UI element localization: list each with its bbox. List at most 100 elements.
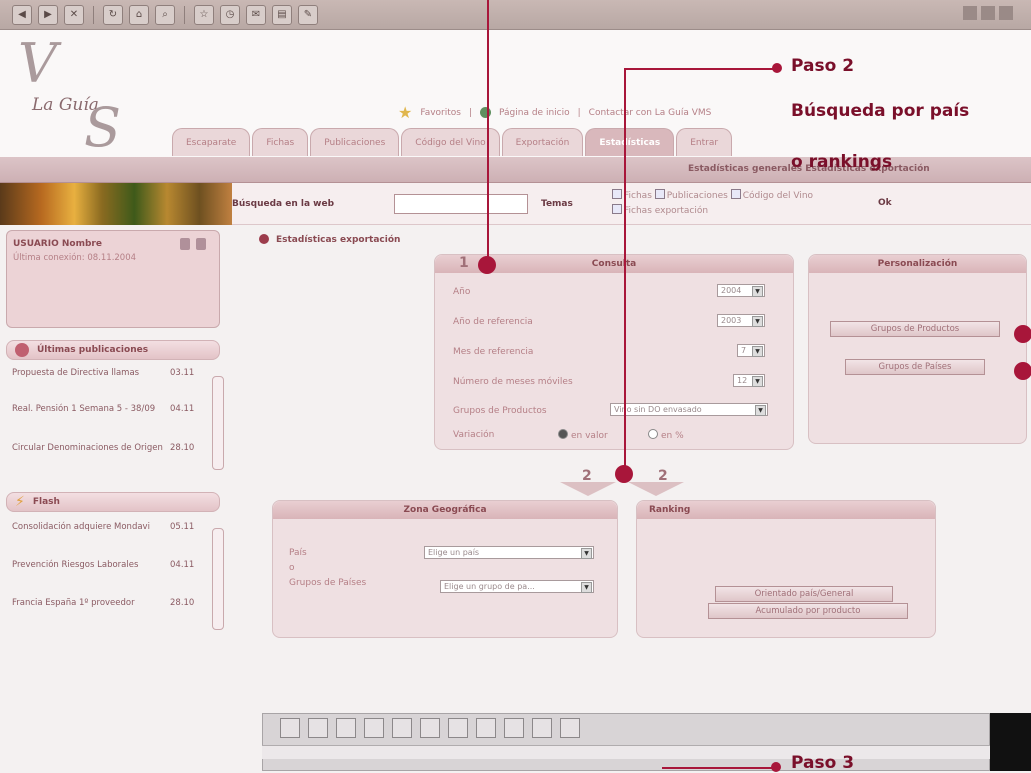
thumb-history-icon <box>476 718 496 738</box>
list-item[interactable]: Circular Denominaciones de Origen 28.10 <box>12 443 194 454</box>
step-arrow-left <box>560 482 616 496</box>
search-input[interactable] <box>394 194 528 214</box>
pais-select[interactable]: Elige un país ▼ <box>424 546 594 559</box>
item-title: Prevención Riesgos Laborales <box>12 560 139 570</box>
ano-referencia-select[interactable]: 2003 ▼ <box>717 314 765 327</box>
thumb-forward-icon <box>308 718 328 738</box>
flash-scrollbar[interactable] <box>212 528 224 630</box>
select-value: Elige un grupo de pa... <box>444 582 535 591</box>
logout-icon[interactable] <box>196 238 206 250</box>
list-item[interactable]: Francia España 1º proveedor 28.10 <box>12 598 195 609</box>
ano-select[interactable]: 2004 ▼ <box>717 284 765 297</box>
grupo-paises-select[interactable]: Elige un grupo de pa... ▼ <box>440 580 594 593</box>
radio-label: en % <box>661 431 684 441</box>
item-title: Francia España 1º proveedor <box>12 598 135 608</box>
tab-estadisticas[interactable]: Estadísticas <box>585 128 675 156</box>
tab-fichas[interactable]: Fichas <box>252 128 309 156</box>
breadcrumb-icon <box>259 234 269 244</box>
publicaciones-title: Últimas publicaciones <box>37 345 149 355</box>
dropdown-arrow-icon: ▼ <box>581 582 592 593</box>
field-label: Número de meses móviles <box>453 377 573 387</box>
maximize-icon[interactable] <box>981 6 995 20</box>
breadcrumb: Estadísticas exportación <box>276 235 401 245</box>
dropdown-arrow-icon: ▼ <box>755 405 766 416</box>
thumbnail-dark-area <box>990 713 1031 771</box>
checkbox-fichas[interactable] <box>612 189 622 199</box>
logo-mark: V La Guía S <box>18 32 121 159</box>
mes-referencia-select[interactable]: 7 ▼ <box>737 344 765 357</box>
back-icon[interactable]: ◀ <box>12 4 32 25</box>
select-value: 12 <box>737 376 748 385</box>
print-icon[interactable]: ▤ <box>272 4 292 25</box>
list-item[interactable]: Prevención Riesgos Laborales 04.11 <box>12 560 195 571</box>
flash-icon: ⚡ <box>15 494 25 510</box>
dropdown-arrow-icon: ▼ <box>581 548 592 559</box>
publicaciones-scrollbar[interactable] <box>212 376 224 470</box>
personalizacion-title: Personalización <box>809 255 1026 273</box>
field-label: Año <box>453 287 471 297</box>
checkbox-fichas-exportacion[interactable] <box>612 204 622 214</box>
annotation-line <box>624 68 626 474</box>
item-date: 28.10 <box>170 598 195 608</box>
list-item[interactable]: Propuesta de Directiva llamas 03.11 <box>12 368 194 379</box>
checkbox-label: Fichas <box>624 191 652 201</box>
radio-en-porcentaje[interactable]: en % <box>648 429 684 441</box>
acumulado-producto-button[interactable]: Acumulado por producto <box>708 603 908 619</box>
home-icon[interactable]: ⌂ <box>129 4 149 25</box>
last-visit: Última conexión: 08.11.2004 <box>13 253 137 263</box>
radio-icon <box>648 429 658 439</box>
home-link[interactable]: Página de inicio <box>499 108 570 118</box>
step-number: 1 <box>459 255 469 271</box>
minimize-icon[interactable] <box>963 6 977 20</box>
favorites-link[interactable]: Favoritos <box>420 108 461 118</box>
edit-icon[interactable]: ✎ <box>298 4 318 25</box>
grupos-productos-button[interactable]: Grupos de Productos <box>830 321 1000 337</box>
checkbox-publicaciones[interactable] <box>654 189 665 199</box>
thumb-print-icon <box>532 718 552 738</box>
checkbox-label: Fichas exportación <box>624 206 709 216</box>
select-value: 2003 <box>721 316 742 325</box>
forward-icon[interactable]: ▶ <box>38 4 58 25</box>
grupos-productos-select[interactable]: Vino sin DO envasado ▼ <box>610 403 768 416</box>
annotation-dot <box>615 465 633 483</box>
tab-entrar[interactable]: Entrar <box>676 128 733 156</box>
item-date: 04.11 <box>170 560 195 570</box>
site-logo[interactable]: V La Guía S <box>14 32 154 159</box>
grupos-paises-button[interactable]: Grupos de Países <box>845 359 985 375</box>
thumbnail-address-bar <box>262 745 990 759</box>
toolbar-divider <box>184 5 185 24</box>
history-icon[interactable]: ◷ <box>220 4 240 25</box>
close-icon[interactable] <box>999 6 1013 20</box>
tab-publicaciones[interactable]: Publicaciones <box>310 128 400 156</box>
search-ok-button[interactable]: Ok <box>878 198 892 208</box>
annotation-dot <box>478 256 496 274</box>
list-item[interactable]: Consolidación adquiere Mondavi 05.11 <box>12 522 194 533</box>
item-title: Propuesta de Directiva llamas <box>12 368 140 378</box>
field-label: Grupos de Productos <box>453 406 547 416</box>
thumb-stop-icon <box>336 718 356 738</box>
radio-en-valor[interactable]: en valor <box>558 429 608 441</box>
tab-escaparate[interactable]: Escaparate <box>172 128 251 156</box>
select-value: 7 <box>741 346 747 355</box>
meses-moviles-select[interactable]: 12 ▼ <box>733 374 765 387</box>
stop-icon[interactable]: ✕ <box>64 4 84 25</box>
thumb-search-icon <box>420 718 440 738</box>
annotation-line <box>487 0 489 265</box>
list-item[interactable]: Real. Pensión 1 Semana 5 - 38/09 04.11 <box>12 404 194 415</box>
flash-header: ⚡ Flash <box>6 492 220 512</box>
tab-codigo-vino[interactable]: Código del Vino <box>401 128 500 156</box>
tab-exportacion[interactable]: Exportación <box>501 128 584 156</box>
checkbox-label: Código del Vino <box>742 191 814 201</box>
thumb-back-icon <box>280 718 300 738</box>
profile-icon[interactable] <box>180 238 190 250</box>
orientado-pais-button[interactable]: Orientado país/General <box>715 586 893 602</box>
dropdown-arrow-icon: ▼ <box>752 376 763 387</box>
search-icon[interactable]: ⌕ <box>155 4 175 25</box>
annotation-line <box>624 68 776 70</box>
mail-icon[interactable]: ✉ <box>246 4 266 25</box>
contact-link[interactable]: Contactar con La Guía VMS <box>589 108 712 118</box>
refresh-icon[interactable]: ↻ <box>103 4 123 25</box>
select-value: 2004 <box>721 286 742 295</box>
checkbox-codigo-vino[interactable] <box>730 189 741 199</box>
favorites-icon[interactable]: ☆ <box>194 4 214 25</box>
